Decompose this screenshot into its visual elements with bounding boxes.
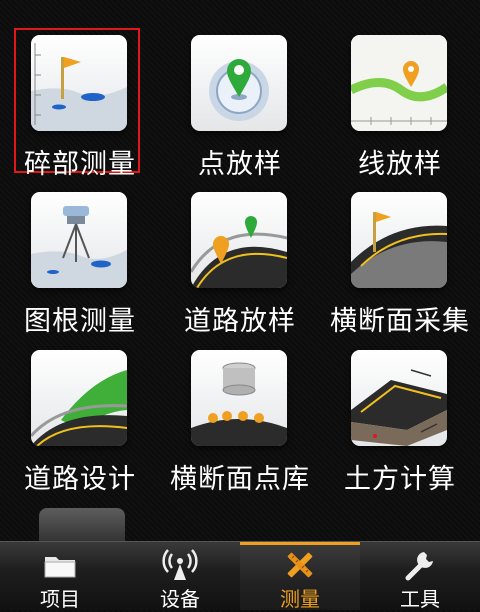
tab-device[interactable]: 设备 [120, 542, 240, 611]
folder-icon [42, 548, 78, 582]
tab-survey[interactable]: 测量 [240, 542, 360, 611]
detail-survey-flag-icon [31, 35, 127, 131]
menu-item-earthwork-calc[interactable]: 土方计算 [320, 339, 480, 495]
menu-item-label: 横断面点库 [170, 464, 310, 495]
line-stakeout-icon [351, 35, 447, 131]
tab-label: 设备 [160, 587, 200, 611]
survey-tools-icon [282, 548, 318, 582]
tab-tools[interactable]: 工具 [360, 542, 480, 611]
bottom-tab-bar: 项目 设备 测量 工具 [0, 541, 480, 611]
menu-item-road-design[interactable]: 道路设计 [0, 339, 160, 495]
menu-item-road-stakeout[interactable]: 道路放样 [160, 181, 320, 337]
menu-item-line-stakeout[interactable]: 线放样 [320, 24, 480, 180]
road-stakeout-icon [191, 192, 287, 288]
tab-label: 工具 [400, 587, 440, 611]
menu-item-cross-section-collect[interactable]: 横断面采集 [320, 181, 480, 337]
menu-item-label: 碎部测量 [24, 149, 136, 180]
menu-item-label: 土方计算 [344, 464, 456, 495]
tab-label: 测量 [280, 587, 320, 611]
active-tab-indicator [240, 542, 360, 545]
earthwork-calc-icon [351, 350, 447, 446]
menu-item-cross-section-point-db[interactable]: 横断面点库 [160, 339, 320, 495]
menu-item-label: 线放样 [358, 149, 442, 180]
cross-section-point-db-icon [191, 350, 287, 446]
tab-label: 项目 [40, 587, 80, 611]
menu-item-label: 点放样 [198, 149, 282, 180]
menu-item-label: 道路设计 [24, 464, 136, 495]
road-design-icon [31, 350, 127, 446]
menu-item-control-point-survey[interactable]: 图根测量 [0, 181, 160, 337]
menu-item-label: 道路放样 [184, 306, 296, 337]
menu-item-label: 横断面采集 [330, 306, 470, 337]
menu-item-point-stakeout[interactable]: 点放样 [160, 24, 320, 180]
menu-item-detail-survey[interactable]: 碎部测量 [0, 24, 160, 180]
menu-item-label: 图根测量 [24, 306, 136, 337]
tab-project[interactable]: 项目 [0, 542, 120, 611]
antenna-icon [162, 548, 198, 582]
cross-section-collect-icon [351, 192, 447, 288]
control-point-survey-icon [31, 192, 127, 288]
point-stakeout-pin-icon [191, 35, 287, 131]
wrench-icon [402, 548, 438, 582]
